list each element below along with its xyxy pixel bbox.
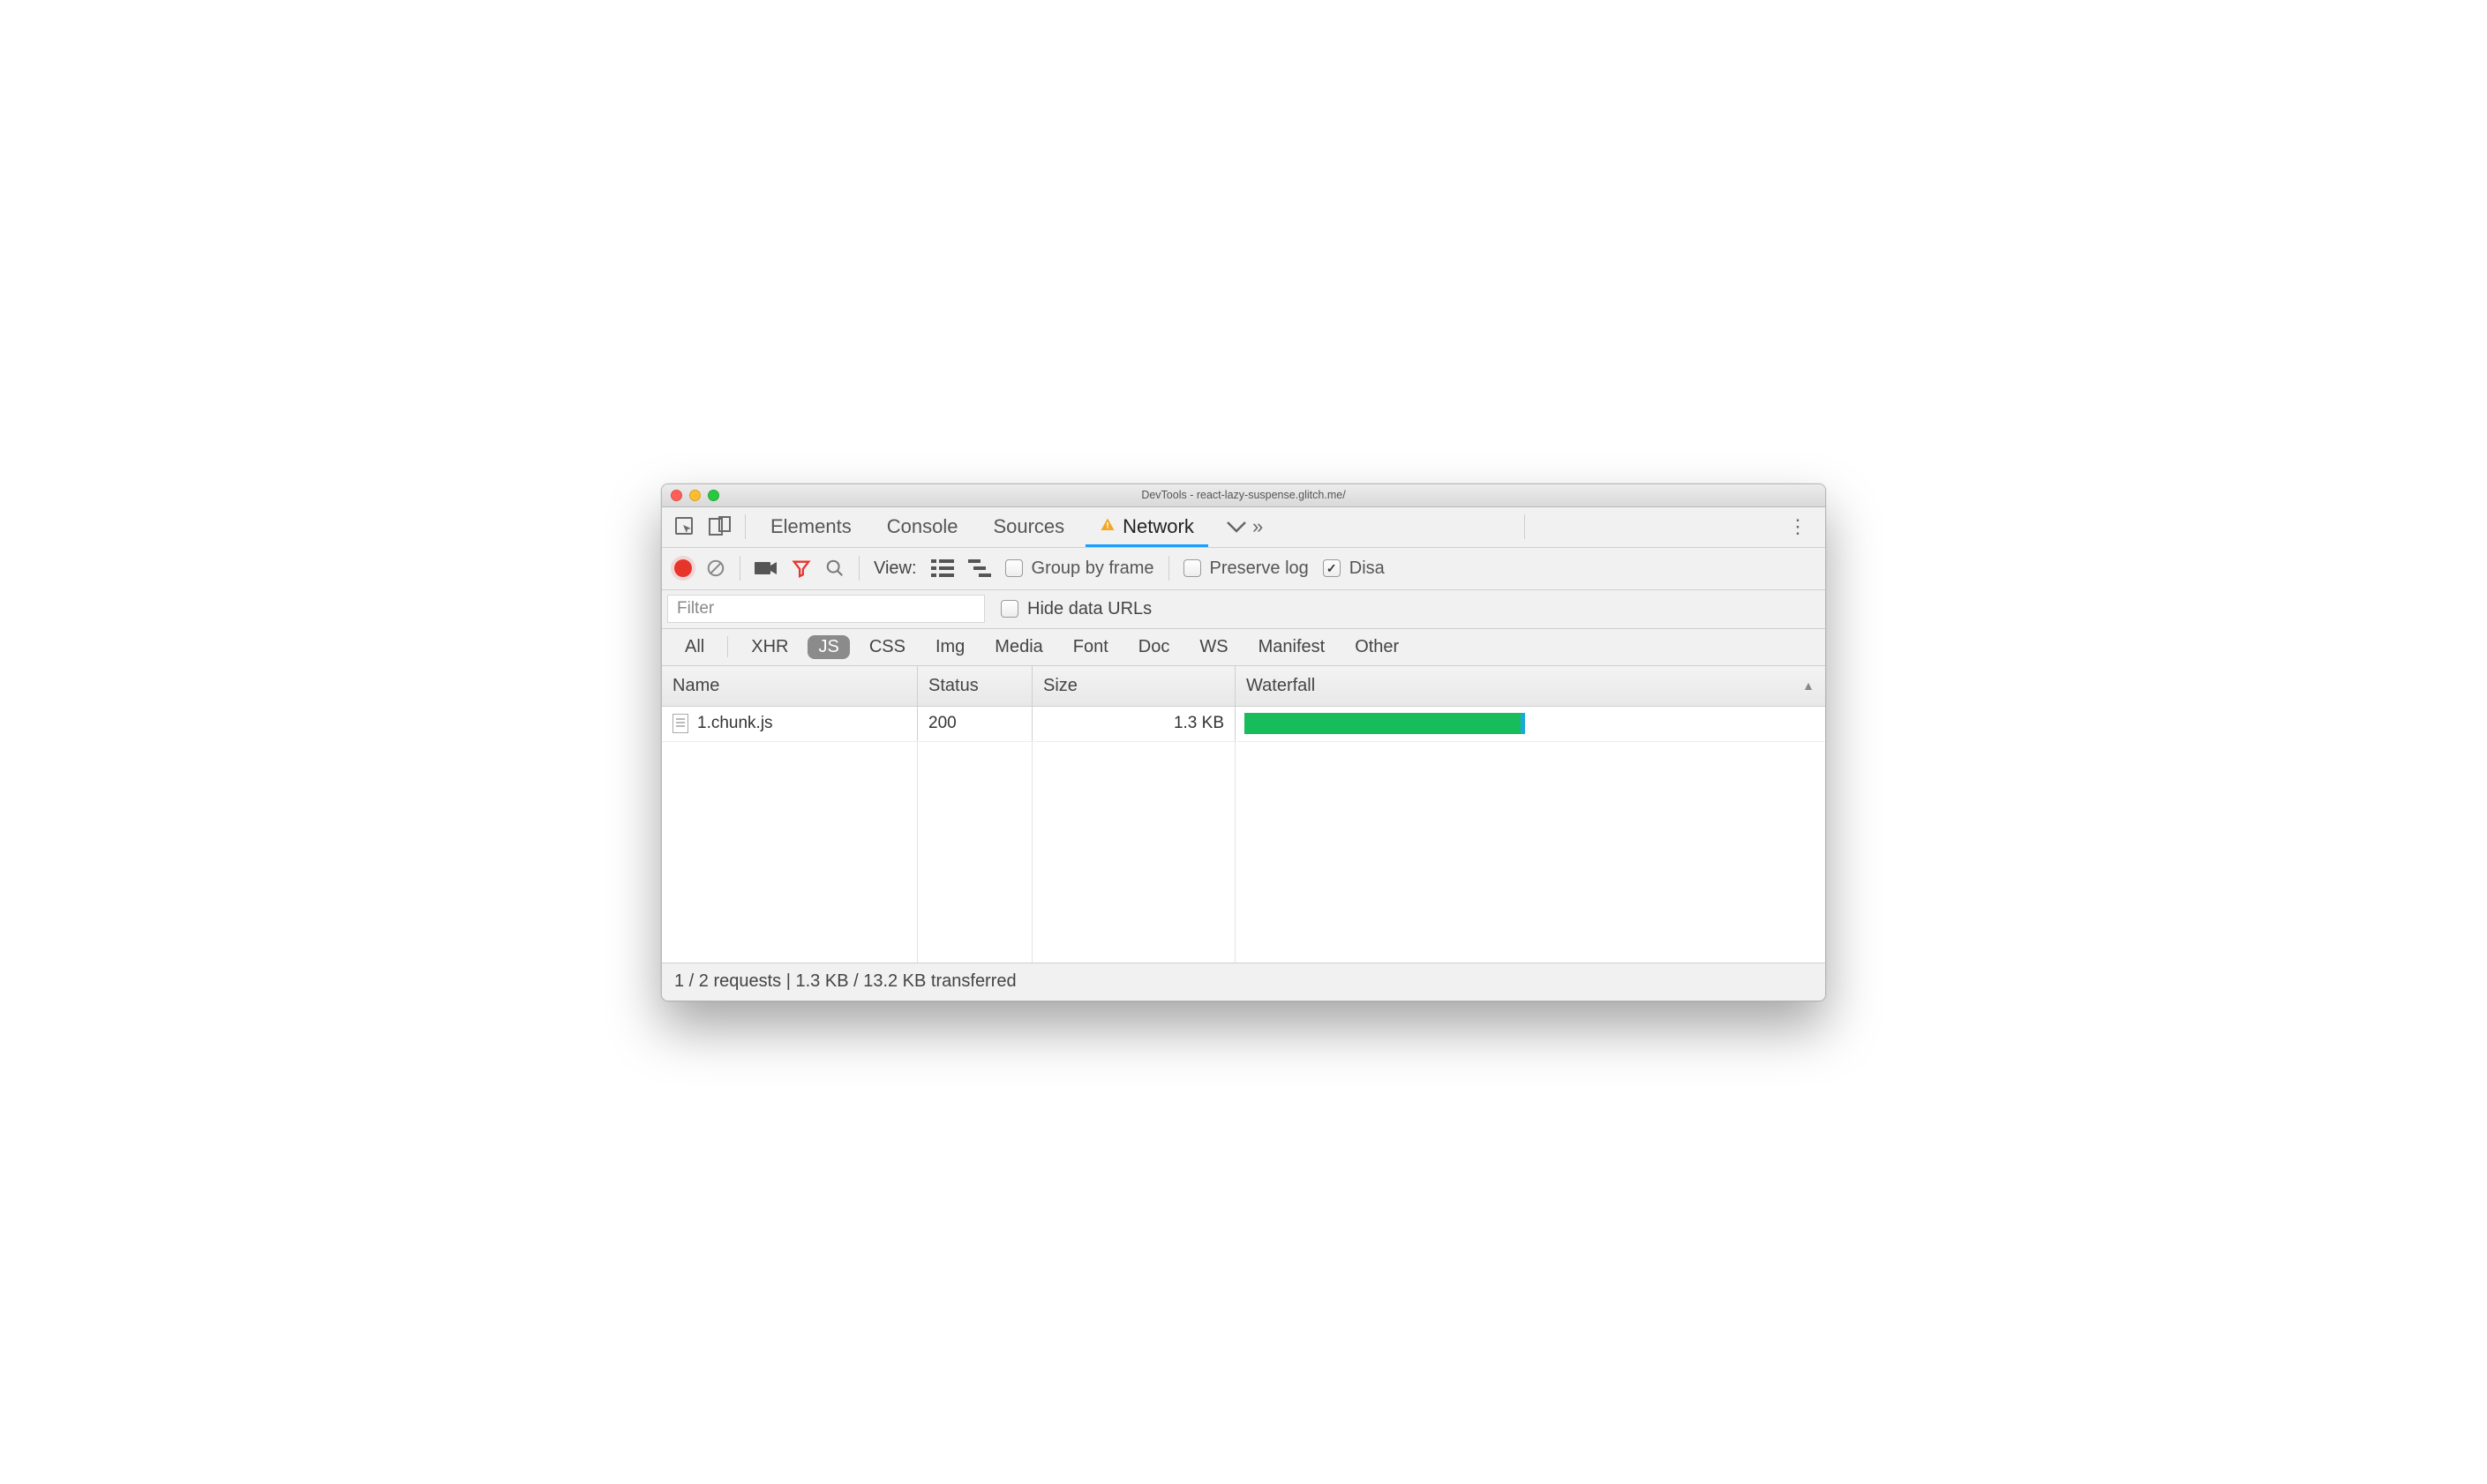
clear-button[interactable] bbox=[706, 558, 725, 578]
type-filter-media[interactable]: Media bbox=[984, 635, 1053, 659]
type-filter-all[interactable]: All bbox=[674, 635, 715, 659]
inspect-icon[interactable] bbox=[671, 516, 699, 537]
hide-data-urls[interactable]: Hide data URLs bbox=[1001, 599, 1152, 619]
table-row[interactable]: 1.chunk.js 200 1.3 KB bbox=[662, 707, 1825, 742]
traffic-lights bbox=[671, 490, 719, 501]
sort-indicator-icon: ▲ bbox=[1802, 678, 1815, 693]
preserve-log-checkbox[interactable] bbox=[1183, 559, 1201, 577]
waterfall-overview-icon[interactable] bbox=[968, 559, 991, 577]
type-filter-xhr[interactable]: XHR bbox=[740, 635, 799, 659]
window-close-button[interactable] bbox=[671, 490, 682, 501]
group-by-frame[interactable]: Group by frame bbox=[1005, 558, 1154, 579]
type-filter-font[interactable]: Font bbox=[1063, 635, 1119, 659]
type-filter-doc[interactable]: Doc bbox=[1128, 635, 1181, 659]
kebab-menu-icon[interactable]: ⋮ bbox=[1779, 515, 1816, 538]
type-filter-row: All XHR JS CSS Img Media Font Doc WS Man… bbox=[662, 629, 1825, 666]
window-title: DevTools - react-lazy-suspense.glitch.me… bbox=[662, 489, 1825, 501]
preserve-log[interactable]: Preserve log bbox=[1183, 558, 1309, 579]
type-filter-other[interactable]: Other bbox=[1344, 635, 1409, 659]
disable-cache-checkbox[interactable] bbox=[1323, 559, 1341, 577]
large-rows-icon[interactable] bbox=[931, 559, 954, 577]
type-filter-css[interactable]: CSS bbox=[859, 635, 916, 659]
filter-input[interactable] bbox=[667, 595, 985, 623]
requests-table: Name Status Size Waterfall ▲ 1.chunk.js … bbox=[662, 666, 1825, 963]
type-filter-ws[interactable]: WS bbox=[1189, 635, 1238, 659]
record-button[interactable] bbox=[674, 559, 692, 577]
warning-icon bbox=[1100, 517, 1116, 537]
file-icon bbox=[672, 714, 688, 733]
table-body: 1.chunk.js 200 1.3 KB bbox=[662, 707, 1825, 963]
separator bbox=[745, 514, 746, 539]
col-status[interactable]: Status bbox=[918, 666, 1033, 706]
disable-cache[interactable]: Disa bbox=[1323, 558, 1385, 579]
filter-icon[interactable] bbox=[792, 558, 811, 578]
table-header: Name Status Size Waterfall ▲ bbox=[662, 666, 1825, 707]
table-empty-area bbox=[662, 742, 1825, 963]
filter-row: Hide data URLs bbox=[662, 590, 1825, 629]
view-label: View: bbox=[874, 558, 917, 579]
separator bbox=[1524, 514, 1525, 539]
col-waterfall[interactable]: Waterfall ▲ bbox=[1236, 666, 1825, 706]
tab-strip: Elements Console Sources Network » ⋮ bbox=[662, 507, 1825, 548]
more-tabs-icon[interactable]: » bbox=[1215, 515, 1274, 538]
tab-console[interactable]: Console bbox=[873, 506, 973, 547]
cell-size: 1.3 KB bbox=[1033, 707, 1236, 741]
separator bbox=[1168, 556, 1169, 581]
group-by-frame-checkbox[interactable] bbox=[1005, 559, 1023, 577]
device-toggle-icon[interactable] bbox=[706, 516, 734, 537]
search-icon[interactable] bbox=[825, 558, 845, 578]
status-bar: 1 / 2 requests | 1.3 KB / 13.2 KB transf… bbox=[662, 963, 1825, 1001]
col-name[interactable]: Name bbox=[662, 666, 918, 706]
type-filter-js[interactable]: JS bbox=[808, 635, 849, 659]
waterfall-bar bbox=[1244, 713, 1525, 734]
cell-waterfall bbox=[1236, 707, 1825, 741]
hide-data-urls-checkbox[interactable] bbox=[1001, 600, 1018, 618]
window-minimize-button[interactable] bbox=[689, 490, 701, 501]
separator bbox=[859, 556, 860, 581]
devtools-window: DevTools - react-lazy-suspense.glitch.me… bbox=[661, 483, 1826, 1001]
window-maximize-button[interactable] bbox=[708, 490, 719, 501]
type-filter-img[interactable]: Img bbox=[925, 635, 975, 659]
cell-name: 1.chunk.js bbox=[662, 707, 918, 741]
separator bbox=[727, 636, 728, 657]
capture-screenshots-icon[interactable] bbox=[755, 560, 778, 576]
network-toolbar: View: Group by frame Preserve log Disa bbox=[662, 548, 1825, 590]
tab-network[interactable]: Network bbox=[1086, 506, 1208, 547]
tab-elements[interactable]: Elements bbox=[756, 506, 866, 547]
col-size[interactable]: Size bbox=[1033, 666, 1236, 706]
type-filter-manifest[interactable]: Manifest bbox=[1248, 635, 1336, 659]
tab-sources[interactable]: Sources bbox=[979, 506, 1078, 547]
titlebar: DevTools - react-lazy-suspense.glitch.me… bbox=[662, 484, 1825, 507]
cell-status: 200 bbox=[918, 707, 1033, 741]
